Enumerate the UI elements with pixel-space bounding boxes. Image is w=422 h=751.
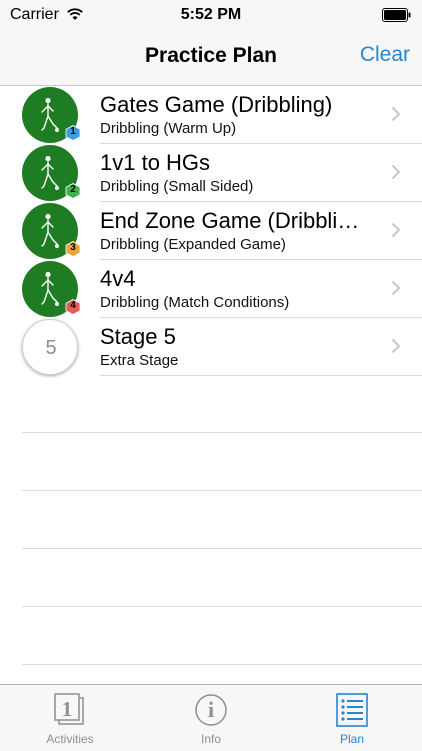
stage-title: 1v1 to HGs (100, 150, 211, 175)
player-icon (41, 271, 59, 306)
badge-number: 3 (70, 242, 76, 253)
info-icon-letter: i (207, 697, 215, 722)
stage-subtitle: Dribbling (Warm Up) (100, 120, 237, 137)
chevron-right-icon (391, 338, 401, 354)
stage-avatar: 3 (22, 203, 81, 259)
tab-bar: 1 Activities i Info Plan (0, 684, 422, 751)
row-divider (22, 548, 422, 549)
stage-title: Gates Game (Dribbling) (100, 92, 333, 117)
badge-number: 2 (70, 184, 76, 195)
tab-plan[interactable]: Plan (282, 685, 422, 751)
stage-avatar: 1 (22, 87, 81, 143)
row-divider (22, 664, 422, 665)
battery-icon (382, 8, 411, 22)
list-item-stage-3[interactable]: 3 End Zone Game (Dribbli… Dribbling (Exp… (0, 202, 422, 260)
row-divider (22, 606, 422, 607)
status-bar: Carrier 5:52 PM (0, 0, 422, 30)
player-icon (41, 155, 59, 190)
badge-number: 4 (70, 300, 76, 311)
stage-number: 5 (45, 337, 57, 359)
stage-subtitle: Dribbling (Expanded Game) (100, 236, 286, 253)
stage-title: 4v4 (100, 266, 136, 291)
page-title: Practice Plan (145, 44, 277, 67)
player-icon (41, 213, 59, 248)
stage-subtitle: Dribbling (Match Conditions) (100, 294, 290, 311)
stage-subtitle: Dribbling (Small Sided) (100, 178, 254, 195)
badge-number: 1 (70, 126, 76, 137)
tab-info[interactable]: i Info (141, 685, 281, 751)
row-divider (22, 432, 422, 433)
chevron-right-icon (391, 222, 401, 238)
tab-activities[interactable]: 1 Activities (0, 685, 140, 751)
row-divider (22, 490, 422, 491)
activities-icon-number: 1 (61, 697, 73, 721)
list-item-stage-1[interactable]: 1 Gates Game (Dribbling) Dribbling (Warm… (0, 86, 422, 144)
clear-button[interactable]: Clear (360, 43, 410, 67)
status-time: 5:52 PM (180, 6, 242, 23)
stage-avatar-empty: 5 (22, 319, 78, 375)
list-item-stage-4[interactable]: 4 4v4 Dribbling (Match Conditions) (0, 260, 422, 318)
tab-label: Info (200, 732, 221, 746)
list-item-stage-2[interactable]: 2 1v1 to HGs Dribbling (Small Sided) (0, 144, 422, 202)
tab-label: Plan (339, 732, 365, 746)
plan-icon (336, 693, 368, 727)
navigation-bar: Practice Plan Clear (0, 30, 422, 86)
chevron-right-icon (391, 280, 401, 296)
player-icon (41, 97, 59, 132)
stage-list: 1 Gates Game (Dribbling) Dribbling (Warm… (0, 86, 422, 376)
tab-label: Activities (46, 732, 94, 746)
stage-title: Stage 5 (100, 324, 176, 349)
stage-title: End Zone Game (Dribbli… (100, 208, 360, 233)
stage-subtitle: Extra Stage (100, 352, 179, 369)
chevron-right-icon (391, 106, 401, 122)
chevron-right-icon (391, 164, 401, 180)
stage-avatar: 2 (22, 145, 81, 201)
row-divider (100, 375, 422, 376)
stage-avatar: 4 (22, 261, 81, 317)
list-item-stage-5[interactable]: 5 Stage 5 Extra Stage (0, 318, 422, 376)
